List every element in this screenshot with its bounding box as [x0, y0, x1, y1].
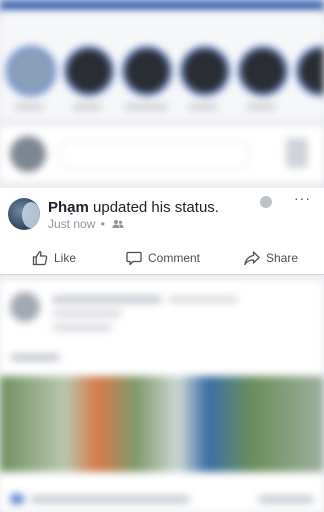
placeholder-line	[10, 354, 60, 361]
like-button[interactable]: Like	[32, 244, 76, 272]
story-label	[14, 104, 44, 110]
top-app-bar	[0, 0, 324, 12]
composer-input[interactable]	[58, 140, 250, 170]
placeholder-line	[30, 496, 190, 503]
story-label	[188, 104, 218, 110]
post-actions-bar: Like Comment Share	[0, 244, 324, 272]
post-time[interactable]: Just now	[48, 217, 95, 231]
status-post-card: Phạm updated his status. Just now • Like	[0, 188, 324, 274]
next-post-card	[0, 280, 324, 512]
placeholder-line	[52, 310, 122, 317]
story-avatar[interactable]	[296, 46, 324, 96]
post-headline: Phạm updated his status.	[48, 199, 219, 216]
post-footer	[0, 480, 324, 512]
photo-icon[interactable]	[286, 138, 308, 168]
placeholder-line	[168, 296, 238, 303]
avatar	[10, 136, 46, 172]
comment-icon	[126, 251, 142, 266]
story-label	[72, 104, 102, 110]
post-photo[interactable]	[0, 376, 324, 472]
story-avatar[interactable]	[180, 46, 230, 96]
story-label	[246, 104, 276, 110]
story-avatar[interactable]	[238, 46, 288, 96]
comment-button[interactable]: Comment	[126, 244, 200, 272]
story-avatar[interactable]	[64, 46, 114, 96]
avatar	[10, 292, 40, 322]
reaction-icon	[10, 494, 24, 504]
post-meta: Just now •	[48, 217, 124, 232]
like-label: Like	[54, 251, 77, 265]
post-action-text: updated his status.	[93, 199, 219, 216]
author-name[interactable]: Phạm	[48, 199, 89, 216]
meta-separator: •	[100, 217, 105, 231]
story-avatar[interactable]	[6, 46, 56, 96]
thumbs-up-icon	[32, 251, 48, 266]
share-icon	[244, 251, 260, 266]
story-label	[124, 104, 168, 110]
placeholder-line	[52, 324, 112, 331]
avatar[interactable]	[8, 198, 40, 230]
share-button[interactable]: Share	[244, 244, 298, 272]
placeholder-line	[52, 296, 162, 303]
comment-label: Comment	[148, 251, 201, 265]
story-avatar[interactable]	[122, 46, 172, 96]
status-composer	[0, 126, 324, 182]
insights-icon	[260, 196, 272, 208]
more-icon[interactable]: ···	[294, 190, 311, 206]
friends-icon	[112, 218, 124, 232]
stories-tray	[0, 12, 324, 120]
share-label: Share	[266, 251, 299, 265]
placeholder-line	[258, 496, 314, 503]
